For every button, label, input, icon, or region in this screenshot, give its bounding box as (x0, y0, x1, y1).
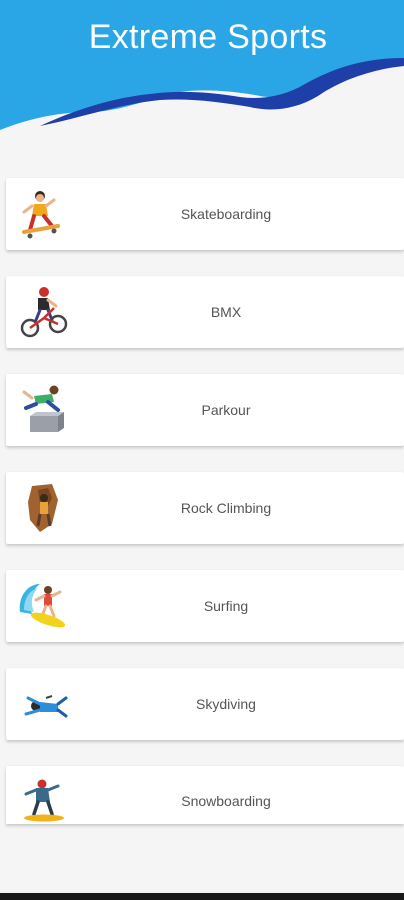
list-item-label: Skateboarding (180, 206, 272, 222)
list-item-skateboarding[interactable]: Skateboarding (6, 178, 404, 250)
rock-climber-icon (18, 480, 70, 536)
header-banner: Extreme Sports (0, 0, 404, 135)
list-item-skydiving[interactable]: Skydiving (6, 668, 404, 740)
list-item-parkour[interactable]: Parkour (6, 374, 404, 446)
list-item-snowboarding[interactable]: Snowboarding (6, 766, 404, 824)
list-item-label: Rock Climbing (180, 500, 272, 516)
list-item-bmx[interactable]: BMX (6, 276, 404, 348)
app-title: Extreme Sports (88, 18, 328, 56)
snowboarder-icon (18, 774, 70, 830)
list-item-label: Parkour (201, 402, 251, 418)
list-item-label: Skydiving (196, 696, 256, 712)
skateboarder-icon (18, 186, 70, 242)
surfer-icon (18, 578, 70, 634)
system-navigation-bar (0, 893, 404, 900)
bmx-rider-icon (18, 284, 70, 340)
skydiver-icon (18, 676, 70, 732)
list-item-label: Snowboarding (181, 793, 271, 809)
list-item-surfing[interactable]: Surfing (6, 570, 404, 642)
list-item-rock-climbing[interactable]: Rock Climbing (6, 472, 404, 544)
list-item-label: BMX (210, 304, 242, 320)
parkour-icon (18, 382, 70, 438)
list-item-label: Surfing (203, 598, 249, 614)
